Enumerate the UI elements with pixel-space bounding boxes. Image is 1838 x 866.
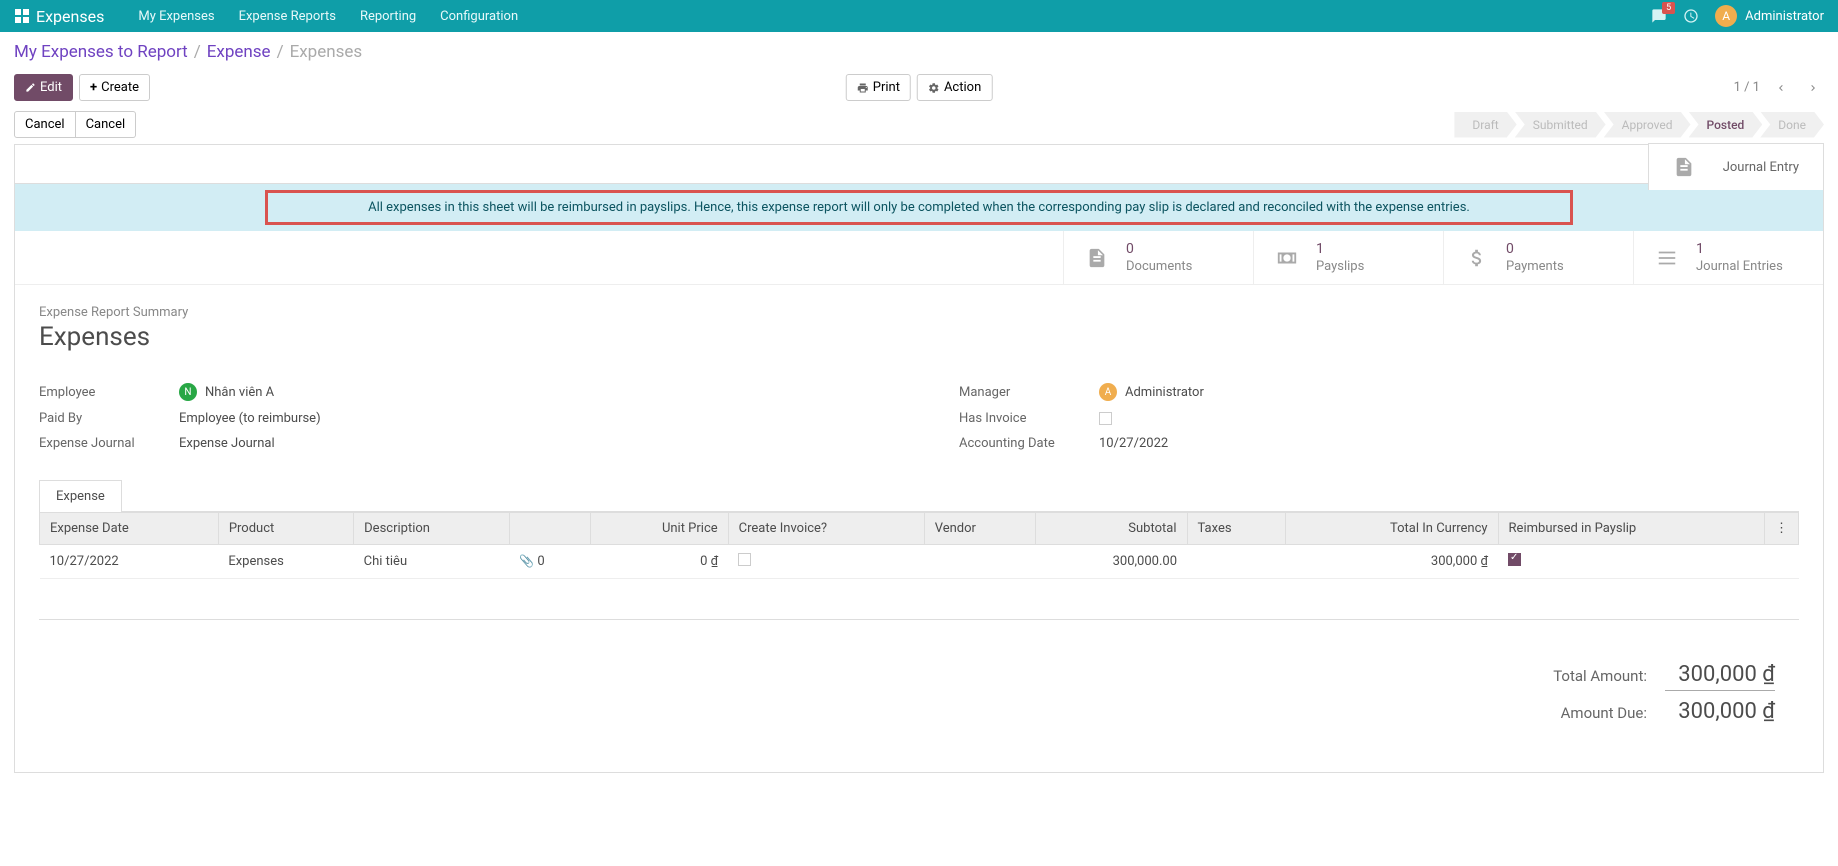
activities-icon[interactable] — [1683, 8, 1699, 24]
user-avatar: A — [1715, 5, 1737, 27]
breadcrumb-current: Expenses — [290, 42, 363, 62]
stat-payments[interactable]: 0Payments — [1443, 231, 1633, 284]
th-total-currency[interactable]: Total In Currency — [1286, 513, 1498, 545]
status-posted: Posted — [1689, 112, 1763, 138]
status-done: Done — [1760, 112, 1824, 138]
cancel-button-1[interactable]: Cancel — [14, 111, 76, 138]
nav-expense-reports[interactable]: Expense Reports — [239, 9, 336, 24]
status-draft: Draft — [1454, 112, 1516, 138]
print-button[interactable]: Print — [846, 74, 911, 101]
cancel-button-2[interactable]: Cancel — [76, 111, 137, 138]
user-menu[interactable]: A Administrator — [1715, 5, 1824, 27]
label-paid-by: Paid By — [39, 411, 179, 426]
money-icon — [1276, 247, 1298, 269]
app-name: Expenses — [36, 7, 104, 26]
value-employee: Nhân viên A — [205, 385, 274, 400]
th-date[interactable]: Expense Date — [40, 513, 219, 545]
value-acct-date: 10/27/2022 — [1099, 436, 1168, 451]
th-subtotal[interactable]: Subtotal — [1036, 513, 1187, 545]
expense-table: Expense Date Product Description Unit Pr… — [39, 512, 1799, 579]
nav-my-expenses[interactable]: My Expenses — [138, 9, 214, 24]
th-reimbursed[interactable]: Reimbursed in Payslip — [1498, 513, 1764, 545]
total-amount-value: 300,000 ₫ — [1665, 662, 1775, 691]
status-bar: Draft Submitted Approved Posted Done — [1456, 112, 1824, 138]
pager-text: 1 / 1 — [1734, 80, 1760, 95]
value-paid-by: Employee (to reimburse) — [179, 411, 321, 426]
row-checkbox-invoice — [738, 553, 751, 566]
total-amount-label: Total Amount: — [1553, 667, 1647, 685]
th-vendor[interactable]: Vendor — [924, 513, 1036, 545]
breadcrumb-link-2[interactable]: Expense — [207, 42, 271, 62]
pager-next[interactable] — [1802, 77, 1824, 99]
label-journal: Expense Journal — [39, 436, 179, 451]
amount-due-label: Amount Due: — [1561, 704, 1647, 722]
stat-payslips[interactable]: 1Payslips — [1253, 231, 1443, 284]
amount-due-value: 300,000 ₫ — [1665, 699, 1775, 724]
th-product[interactable]: Product — [218, 513, 353, 545]
journal-entry-button[interactable]: Journal Entry — [1648, 143, 1824, 190]
status-approved: Approved — [1604, 112, 1691, 138]
label-employee: Employee — [39, 385, 179, 400]
table-row[interactable]: 10/27/2022 Expenses Chi tiêu 📎 0 0 ₫ 300… — [40, 545, 1799, 579]
status-submitted: Submitted — [1515, 112, 1606, 138]
document-icon — [1086, 247, 1108, 269]
th-create-invoice[interactable]: Create Invoice? — [728, 513, 924, 545]
th-description[interactable]: Description — [354, 513, 510, 545]
label-manager: Manager — [959, 385, 1099, 400]
value-journal: Expense Journal — [179, 436, 275, 451]
apps-menu[interactable]: Expenses — [14, 7, 104, 26]
value-manager: Administrator — [1125, 385, 1204, 400]
row-checkbox-reimbursed — [1508, 553, 1521, 566]
label-acct-date: Accounting Date — [959, 436, 1099, 451]
alert-banner: All expenses in this sheet will be reimb… — [15, 183, 1823, 231]
dollar-icon — [1466, 247, 1488, 269]
th-attachments — [509, 513, 591, 545]
conversations-icon[interactable]: 5 — [1651, 8, 1667, 24]
label-has-invoice: Has Invoice — [959, 411, 1099, 426]
checkbox-has-invoice — [1099, 412, 1112, 425]
user-name: Administrator — [1745, 9, 1824, 24]
breadcrumb: My Expenses to Report / Expense / Expens… — [14, 42, 1824, 62]
stat-journal-entries[interactable]: 1Journal Entries — [1633, 231, 1823, 284]
summary-label: Expense Report Summary — [39, 305, 1799, 320]
employee-avatar: N — [179, 383, 197, 401]
breadcrumb-link-1[interactable]: My Expenses to Report — [14, 42, 188, 62]
action-button[interactable]: Action — [917, 74, 992, 101]
list-icon — [1656, 247, 1678, 269]
navbar: Expenses My Expenses Expense Reports Rep… — [0, 0, 1838, 32]
file-icon — [1673, 156, 1695, 178]
nav-reporting[interactable]: Reporting — [360, 9, 416, 24]
manager-avatar: A — [1099, 383, 1117, 401]
paperclip-icon: 📎 — [519, 554, 534, 568]
create-button[interactable]: + Create — [79, 74, 150, 101]
pager-prev[interactable] — [1770, 77, 1792, 99]
nav-configuration[interactable]: Configuration — [440, 9, 518, 24]
th-options[interactable]: ⋮ — [1765, 513, 1799, 545]
th-unit-price[interactable]: Unit Price — [591, 513, 728, 545]
th-taxes[interactable]: Taxes — [1187, 513, 1286, 545]
page-title: Expenses — [39, 322, 1799, 352]
notif-badge: 5 — [1662, 2, 1675, 14]
tab-expense[interactable]: Expense — [39, 480, 122, 512]
edit-button[interactable]: Edit — [14, 74, 73, 101]
stat-documents[interactable]: 0Documents — [1063, 231, 1253, 284]
